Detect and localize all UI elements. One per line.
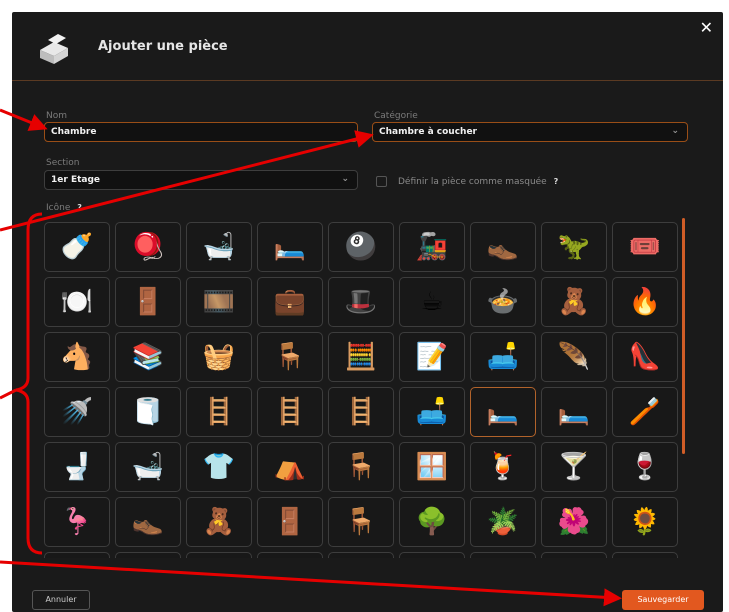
- room-icon-option[interactable]: [257, 552, 323, 558]
- room-icon-option[interactable]: [44, 552, 110, 558]
- room-icon-option[interactable]: 📚: [115, 332, 181, 382]
- room-icon-option[interactable]: 🪑: [257, 332, 323, 382]
- room-icon-option[interactable]: [541, 552, 607, 558]
- room-icon-option[interactable]: 👞: [115, 497, 181, 547]
- room-icon-option[interactable]: 🚪: [115, 277, 181, 327]
- room-icon-option[interactable]: 🐴: [44, 332, 110, 382]
- room-icon-option[interactable]: 🍼: [44, 222, 110, 272]
- room-icon-option[interactable]: [328, 552, 394, 558]
- hidden-room-text: Définir la pièce comme masquée: [398, 177, 547, 187]
- room-3d-icon: [40, 34, 68, 64]
- nom-label: Nom: [46, 111, 68, 121]
- room-icon-option[interactable]: ⛺: [257, 442, 323, 492]
- room-icon-option[interactable]: 🎞️: [186, 277, 252, 327]
- room-icon-option[interactable]: 🌺: [541, 497, 607, 547]
- dialog-footer: Annuler Sauvegarder: [12, 582, 723, 612]
- room-icon-option[interactable]: [612, 552, 678, 558]
- room-icon-option[interactable]: 🛏️: [470, 387, 536, 437]
- room-icon-option[interactable]: 🎩: [328, 277, 394, 327]
- room-icon-option[interactable]: 🪜: [328, 387, 394, 437]
- room-icon-option[interactable]: 🍷: [612, 442, 678, 492]
- room-icon-option[interactable]: 🍽️: [44, 277, 110, 327]
- room-icon-option[interactable]: 🍸: [541, 442, 607, 492]
- room-icon-option[interactable]: 🪑: [328, 497, 394, 547]
- room-icon-option[interactable]: 🧸: [186, 497, 252, 547]
- room-icon-option[interactable]: 🚿: [44, 387, 110, 437]
- save-button[interactable]: Sauvegarder: [622, 590, 704, 610]
- room-icon-option[interactable]: 🚽: [44, 442, 110, 492]
- room-icon-option[interactable]: 🪴: [470, 497, 536, 547]
- room-icon-option[interactable]: 🌳: [399, 497, 465, 547]
- chevron-down-icon: ⌄: [671, 126, 679, 136]
- help-icon[interactable]: ?: [77, 203, 82, 212]
- nom-input[interactable]: Chambre: [44, 122, 358, 142]
- room-icon-option[interactable]: 💼: [257, 277, 323, 327]
- room-icon-option[interactable]: 👠: [612, 332, 678, 382]
- room-icon-option[interactable]: [470, 552, 536, 558]
- icone-text: Icône: [46, 203, 71, 213]
- room-icon-option[interactable]: 🛏️: [257, 222, 323, 272]
- room-icon-option[interactable]: 🦩: [44, 497, 110, 547]
- room-icon-option[interactable]: 📝: [399, 332, 465, 382]
- room-icon-option[interactable]: 🌻: [612, 497, 678, 547]
- room-icon-option[interactable]: 🛁: [186, 222, 252, 272]
- room-icon-option[interactable]: ☕: [399, 277, 465, 327]
- room-icon-option[interactable]: 🍹: [470, 442, 536, 492]
- icone-label: Icône ?: [46, 203, 82, 213]
- hidden-room-checkbox[interactable]: [376, 176, 387, 187]
- dialog-title: Ajouter une pièce: [98, 39, 228, 54]
- add-room-dialog: Ajouter une pièce ✕ Nom Chambre Catégori…: [12, 12, 723, 612]
- hidden-room-label: Définir la pièce comme masquée ?: [398, 177, 558, 187]
- categorie-label: Catégorie: [374, 111, 418, 121]
- room-icon-option[interactable]: 🪥: [612, 387, 678, 437]
- section-value: 1er Etage: [51, 175, 101, 185]
- icon-grid-scrollbar[interactable]: [682, 218, 685, 454]
- room-icon-option[interactable]: 🪟: [399, 442, 465, 492]
- room-icon-option[interactable]: 🧺: [186, 332, 252, 382]
- categorie-value: Chambre à coucher: [379, 127, 477, 137]
- room-icon-option[interactable]: 🪜: [186, 387, 252, 437]
- room-icon-option[interactable]: 👕: [186, 442, 252, 492]
- close-icon[interactable]: ✕: [700, 18, 713, 37]
- room-icon-option[interactable]: 🚪: [257, 497, 323, 547]
- cancel-button[interactable]: Annuler: [32, 590, 90, 610]
- room-icon-option[interactable]: 🔥: [612, 277, 678, 327]
- room-icon-option[interactable]: 🛏️: [541, 387, 607, 437]
- room-icon-option[interactable]: 🧻: [115, 387, 181, 437]
- help-icon[interactable]: ?: [554, 177, 559, 186]
- room-icon-option[interactable]: 🛋️: [399, 387, 465, 437]
- room-icon-option[interactable]: [115, 552, 181, 558]
- section-label: Section: [46, 158, 80, 168]
- room-icon-option[interactable]: 🧮: [328, 332, 394, 382]
- dialog-header: Ajouter une pièce ✕: [12, 12, 723, 81]
- room-icon-option[interactable]: 🪶: [541, 332, 607, 382]
- chevron-down-icon: ⌄: [341, 174, 349, 184]
- room-icon-option[interactable]: 🛁: [115, 442, 181, 492]
- room-icon-option[interactable]: 🪜: [257, 387, 323, 437]
- room-icon-option[interactable]: 🪑: [328, 442, 394, 492]
- room-icon-option[interactable]: 🚂: [399, 222, 465, 272]
- room-icon-option[interactable]: 🦖: [541, 222, 607, 272]
- icon-grid: 🍼 🪀 🛁 🛏️ 🎱 🚂 👞 🦖 🎟️ 🍽️ 🚪 🎞️ 💼 🎩 ☕ 🍲 🧸 🔥 🐴 📚 🧺 🪑 🧮 📝 🛋️ 🪶 👠 🚿 🧻 🪜 🪜 🪜 🛋️ 🛏…: [44, 218, 682, 558]
- room-icon-option[interactable]: 🧸: [541, 277, 607, 327]
- room-icon-option[interactable]: 🎟️: [612, 222, 678, 272]
- room-icon-option[interactable]: 🛋️: [470, 332, 536, 382]
- room-icon-option[interactable]: [399, 552, 465, 558]
- room-icon-option[interactable]: 🪀: [115, 222, 181, 272]
- categorie-select[interactable]: Chambre à coucher ⌄: [372, 122, 688, 142]
- room-icon-option[interactable]: 🍲: [470, 277, 536, 327]
- room-icon-option[interactable]: 🎱: [328, 222, 394, 272]
- room-icon-option[interactable]: 👞: [470, 222, 536, 272]
- section-select[interactable]: 1er Etage ⌄: [44, 170, 358, 190]
- room-icon-option[interactable]: [186, 552, 252, 558]
